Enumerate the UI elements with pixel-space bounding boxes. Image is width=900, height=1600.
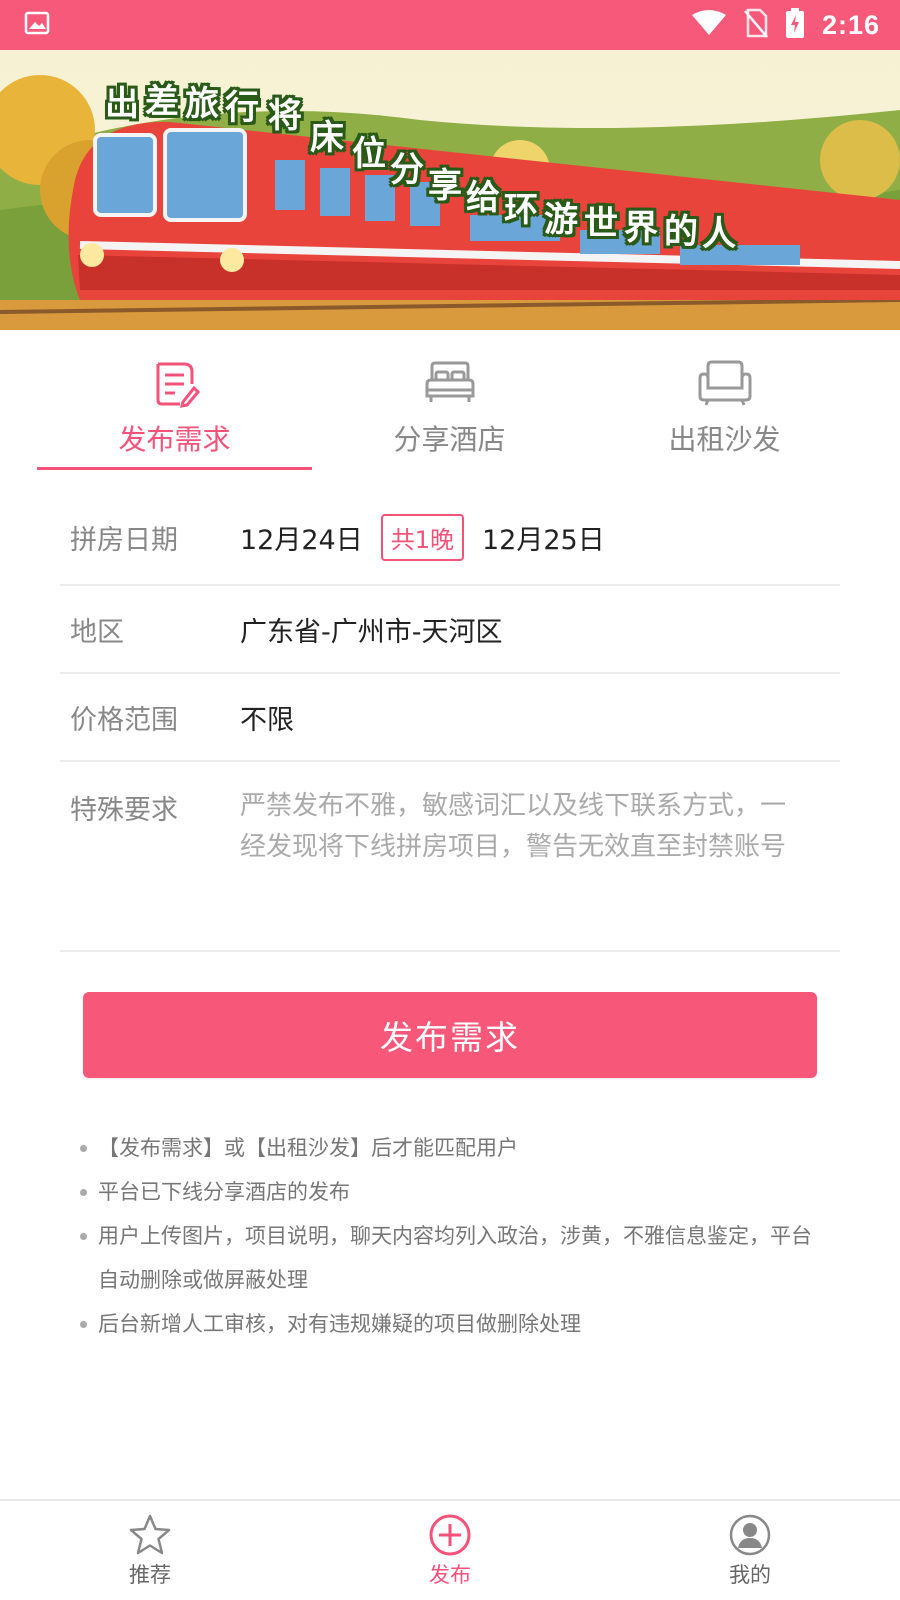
- image-icon: [24, 11, 50, 39]
- region-value[interactable]: 广东省-广州市-天河区: [240, 610, 503, 649]
- tab-label: 出租沙发: [668, 423, 781, 456]
- price-value[interactable]: 不限: [240, 698, 294, 737]
- banner-image[interactable]: 出 差 旅 行 将 床 位 分 享 给 环 游 世 界 的 人: [0, 50, 900, 330]
- tab-rent-sofa[interactable]: 出租沙发: [587, 330, 862, 470]
- user-icon: [728, 1513, 772, 1557]
- tab-label: 发布需求: [118, 423, 231, 456]
- demand-form: 拼房日期 12月24日 共1晚 12月25日 地区 广东省-广州市-天河区 价格…: [60, 490, 840, 952]
- tab-label: 分享酒店: [393, 423, 506, 456]
- bottom-nav: 推荐 发布 我的: [0, 1499, 900, 1600]
- special-requirements-row[interactable]: 特殊要求 严禁发布不雅，敏感词汇以及线下联系方式，一经发现将下线拼房项目，警告无…: [60, 762, 840, 952]
- edit-note-icon: [150, 358, 200, 408]
- notes-list: 【发布需求】或【出租沙发】后才能匹配用户 平台已下线分享酒店的发布 用户上传图片…: [80, 1126, 830, 1346]
- price-label: 价格范围: [70, 704, 178, 736]
- date-label: 拼房日期: [70, 524, 178, 556]
- note-item: 后台新增人工审核，对有违规嫌疑的项目做删除处理: [80, 1302, 830, 1346]
- star-icon: [128, 1513, 172, 1557]
- price-row[interactable]: 价格范围 不限: [60, 674, 840, 762]
- bed-icon: [424, 358, 476, 408]
- start-date[interactable]: 12月24日: [240, 518, 363, 557]
- note-item: 平台已下线分享酒店的发布: [80, 1170, 830, 1214]
- note-item: 【发布需求】或【出租沙发】后才能匹配用户: [80, 1126, 830, 1170]
- special-requirements-input[interactable]: 严禁发布不雅，敏感词汇以及线下联系方式，一经发现将下线拼房项目，警告无效直至封禁…: [240, 786, 810, 868]
- nav-mine[interactable]: 我的: [600, 1501, 900, 1600]
- publish-demand-button[interactable]: 发布需求: [83, 992, 817, 1078]
- status-bar: 2:16: [0, 0, 900, 50]
- nav-label: 推荐: [129, 1563, 171, 1587]
- nav-label: 发布: [429, 1563, 471, 1587]
- status-time: 2:16: [821, 9, 880, 40]
- special-label: 特殊要求: [70, 795, 178, 826]
- note-item: 用户上传图片，项目说明，聊天内容均列入政治，涉黄，不雅信息鉴定，平台自动删除或做…: [80, 1214, 830, 1302]
- battery-charging-icon: [785, 8, 804, 42]
- date-row[interactable]: 拼房日期 12月24日 共1晚 12月25日: [60, 490, 840, 586]
- nav-recommend[interactable]: 推荐: [0, 1501, 300, 1600]
- end-date[interactable]: 12月25日: [482, 518, 605, 557]
- date-range[interactable]: 12月24日 共1晚 12月25日: [240, 513, 605, 561]
- wifi-icon: [691, 10, 726, 40]
- tab-publish-demand[interactable]: 发布需求: [37, 330, 312, 470]
- sofa-icon: [696, 358, 754, 408]
- region-label: 地区: [70, 616, 124, 648]
- nights-badge: 共1晚: [380, 513, 464, 561]
- nav-label: 我的: [729, 1563, 771, 1587]
- plus-circle-icon: [428, 1513, 472, 1557]
- tab-share-hotel[interactable]: 分享酒店: [312, 330, 587, 470]
- publish-type-tabs: 发布需求 分享酒店 出租沙发: [0, 330, 900, 470]
- region-row[interactable]: 地区 广东省-广州市-天河区: [60, 586, 840, 674]
- no-sim-icon: [743, 8, 768, 42]
- nav-publish[interactable]: 发布: [300, 1501, 600, 1600]
- active-tab-underline: [37, 467, 312, 470]
